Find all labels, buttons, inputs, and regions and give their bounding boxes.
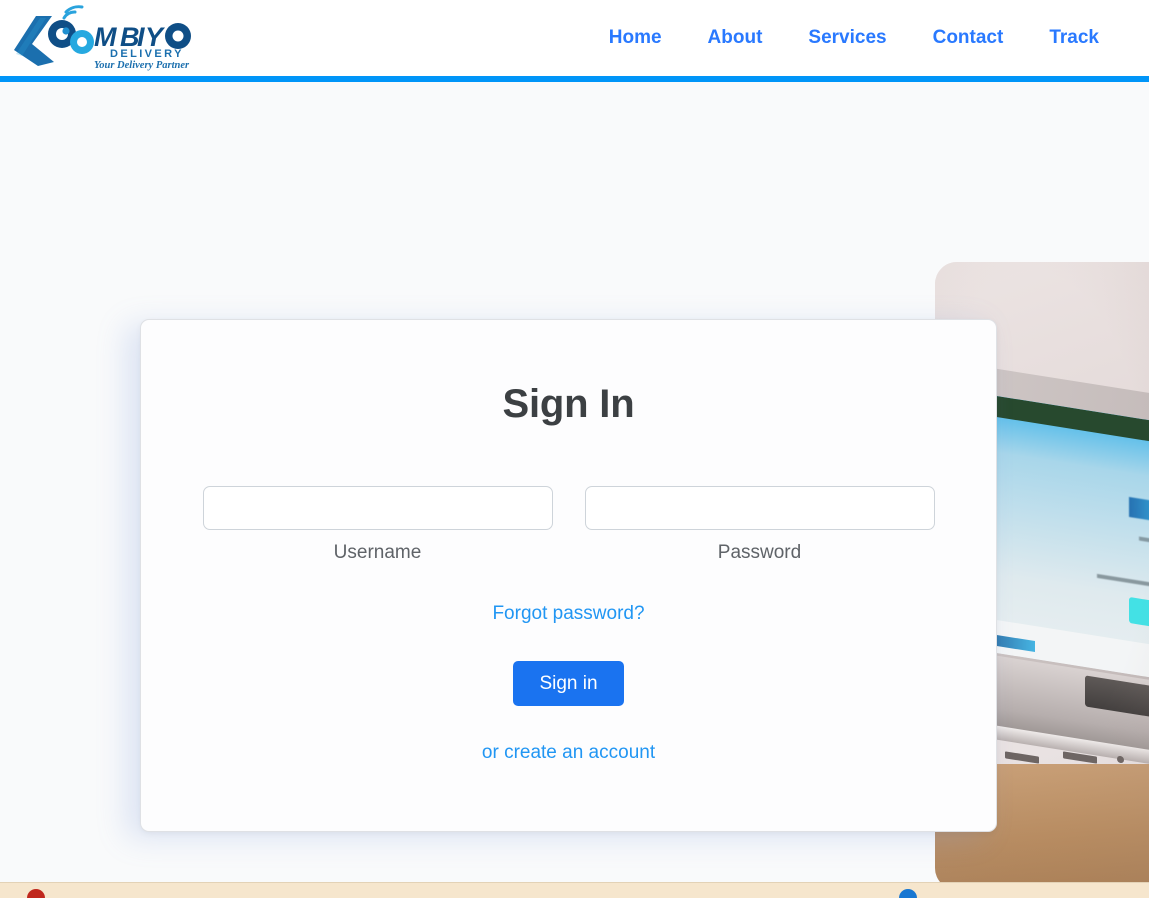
main-navigation: Home About Services Contact Track (586, 21, 1125, 56)
koombiyo-logo[interactable]: M B I Y DELIVERY Your Delivery Partner (6, 4, 206, 72)
svg-text:DELIVERY: DELIVERY (110, 48, 184, 60)
credentials-row: Username Password (141, 486, 996, 564)
page-root: M B I Y DELIVERY Your Delivery Partner H… (0, 0, 1149, 898)
password-field-group: Password (584, 486, 935, 564)
taskbar-icon-red[interactable] (27, 889, 45, 898)
koombiyo-logo-icon: M B I Y DELIVERY Your Delivery Partner (14, 5, 191, 71)
nav-about[interactable]: About (685, 21, 786, 56)
page-body: Sign In Username Password Forgot passwor… (0, 82, 1149, 898)
site-header: M B I Y DELIVERY Your Delivery Partner H… (0, 0, 1149, 76)
password-label: Password (717, 542, 802, 563)
photo-screen-logo (1129, 496, 1149, 531)
nav-services[interactable]: Services (785, 21, 909, 56)
nav-contact[interactable]: Contact (910, 21, 1027, 56)
create-account-link[interactable]: or create an account (482, 742, 655, 763)
taskbar-icon-blue[interactable] (899, 889, 917, 898)
signin-card: Sign In Username Password Forgot passwor… (140, 319, 997, 832)
submit-row: Sign in (141, 661, 996, 706)
username-input[interactable] (202, 486, 553, 530)
username-field-group: Username (202, 486, 553, 564)
header-accent-bar (0, 76, 1149, 82)
signin-button[interactable]: Sign in (513, 661, 624, 706)
nav-home[interactable]: Home (586, 21, 685, 56)
photo-laptop-port-1 (1005, 751, 1039, 764)
create-account-row: or create an account (141, 742, 996, 764)
photo-screen-headline (1139, 536, 1149, 553)
page-title: Sign In (502, 382, 635, 426)
forgot-password-row: Forgot password? (141, 603, 996, 625)
password-input[interactable] (584, 486, 935, 530)
bottom-taskbar-strip[interactable] (0, 882, 1149, 898)
photo-screen-subtext (1097, 574, 1149, 599)
photo-screen-card-1 (1129, 597, 1149, 630)
nav-track[interactable]: Track (1026, 21, 1125, 56)
username-label: Username (333, 542, 422, 563)
svg-text:Your Delivery Partner: Your Delivery Partner (94, 60, 190, 71)
forgot-password-link[interactable]: Forgot password? (492, 603, 644, 624)
